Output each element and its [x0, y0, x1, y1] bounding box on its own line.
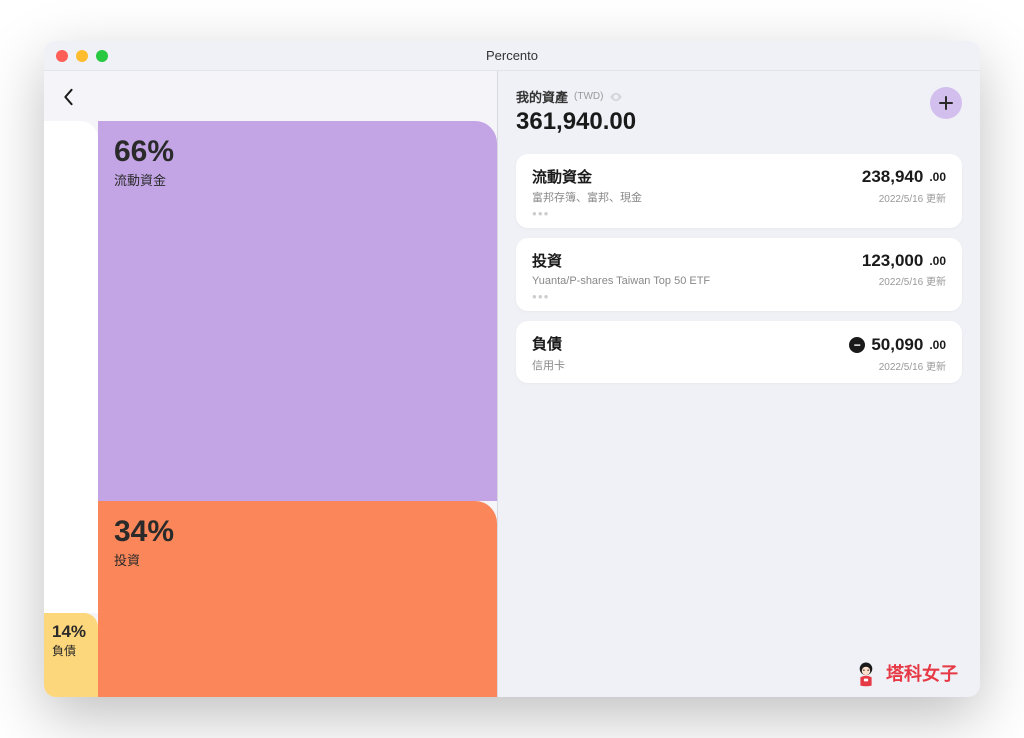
left-panel: 66% 流動資金 34% 投資 14% 負債 [44, 71, 498, 697]
close-button[interactable] [56, 50, 68, 62]
app-window: Percento 66% 流動資金 34% 投資 14% [44, 41, 980, 697]
category-card-invest[interactable]: 投資 123,000 .00 Yuanta/P-shares Taiwan Top… [516, 238, 962, 311]
treemap-debt-name: 負債 [52, 642, 90, 659]
card-row-sub: 富邦存簿、富邦、現金 2022/5/16 更新 [532, 189, 946, 205]
assets-heading: 我的資產 [516, 87, 568, 106]
card-amount-int: 50,090 [871, 335, 923, 355]
visibility-toggle-icon[interactable] [609, 90, 623, 104]
category-card-liquid[interactable]: 流動資金 238,940.00 富邦存簿、富邦、現金 2022/5/16 更新 … [516, 154, 962, 228]
back-button[interactable] [56, 85, 80, 109]
card-row-top: 流動資金 238,940 .00 [532, 166, 946, 187]
category-card-debt[interactable]: 負債 − 50,090 .00 信用卡 2022/5/16 更新 [516, 321, 962, 383]
treemap-block-invest[interactable]: 34% 投資 [98, 501, 497, 697]
treemap-invest-name: 投資 [114, 550, 481, 569]
card-subtitle: Yuanta/P-shares Taiwan Top 50 ETF [532, 275, 710, 287]
card-indicator-dots: ●●● [532, 209, 946, 218]
card-amount-dec: .00 [929, 338, 946, 352]
minus-icon: − [849, 337, 865, 353]
plus-icon [938, 95, 954, 111]
card-subtitle: 信用卡 [532, 357, 565, 373]
treemap-invest-pct: 34% [114, 515, 481, 548]
add-asset-button[interactable] [930, 87, 962, 119]
card-amount: 123,000 .00 [862, 251, 946, 271]
assets-total: 361,940.00 [516, 108, 636, 136]
watermark: 塔科女子 [852, 659, 958, 687]
watermark-text: 塔科女子 [886, 660, 958, 686]
card-amount-dec: .00 [929, 170, 946, 184]
card-title: 負債 [532, 333, 562, 354]
watermark-avatar-icon [852, 659, 880, 687]
assets-currency: (TWD) [574, 91, 603, 102]
card-row-top: 負債 − 50,090 .00 [532, 333, 946, 355]
chevron-left-icon [62, 88, 74, 106]
card-row-sub: Yuanta/P-shares Taiwan Top 50 ETF 2022/5… [532, 273, 946, 288]
minimize-button[interactable] [76, 50, 88, 62]
assets-heading-group: 我的資產 (TWD) 361,940.00 [516, 87, 636, 136]
assets-header: 我的資產 (TWD) 361,940.00 [516, 87, 962, 136]
card-updated: 2022/5/16 更新 [879, 358, 946, 373]
asset-treemap: 66% 流動資金 34% 投資 14% 負債 [44, 121, 497, 697]
card-amount-int: 238,940 [862, 167, 923, 187]
card-amount-dec: .00 [929, 254, 946, 268]
treemap-block-other [44, 121, 98, 613]
treemap-block-liquid[interactable]: 66% 流動資金 [98, 121, 497, 501]
card-row-top: 投資 123,000 .00 [532, 250, 946, 271]
right-panel: 我的資產 (TWD) 361,940.00 流 [498, 71, 980, 697]
treemap-debt-pct: 14% [52, 623, 90, 642]
card-indicator-dots: ●●● [532, 292, 946, 301]
treemap-liquid-pct: 66% [114, 135, 481, 168]
titlebar: Percento [44, 41, 980, 71]
window-title: Percento [486, 48, 538, 63]
card-row-sub: 信用卡 2022/5/16 更新 [532, 357, 946, 373]
assets-title-row: 我的資產 (TWD) [516, 87, 636, 106]
card-title: 流動資金 [532, 166, 592, 187]
card-subtitle: 富邦存簿、富邦、現金 [532, 189, 642, 205]
treemap-block-debt[interactable]: 14% 負債 [44, 613, 98, 697]
treemap-liquid-name: 流動資金 [114, 170, 481, 189]
card-updated: 2022/5/16 更新 [879, 190, 946, 205]
card-title: 投資 [532, 250, 562, 271]
card-amount: − 50,090 .00 [849, 335, 946, 355]
card-amount-int: 123,000 [862, 251, 923, 271]
card-amount: 238,940 .00 [862, 167, 946, 187]
content-area: 66% 流動資金 34% 投資 14% 負債 我的資產 (TWD) [44, 71, 980, 697]
maximize-button[interactable] [96, 50, 108, 62]
traffic-lights [56, 50, 108, 62]
card-updated: 2022/5/16 更新 [879, 273, 946, 288]
